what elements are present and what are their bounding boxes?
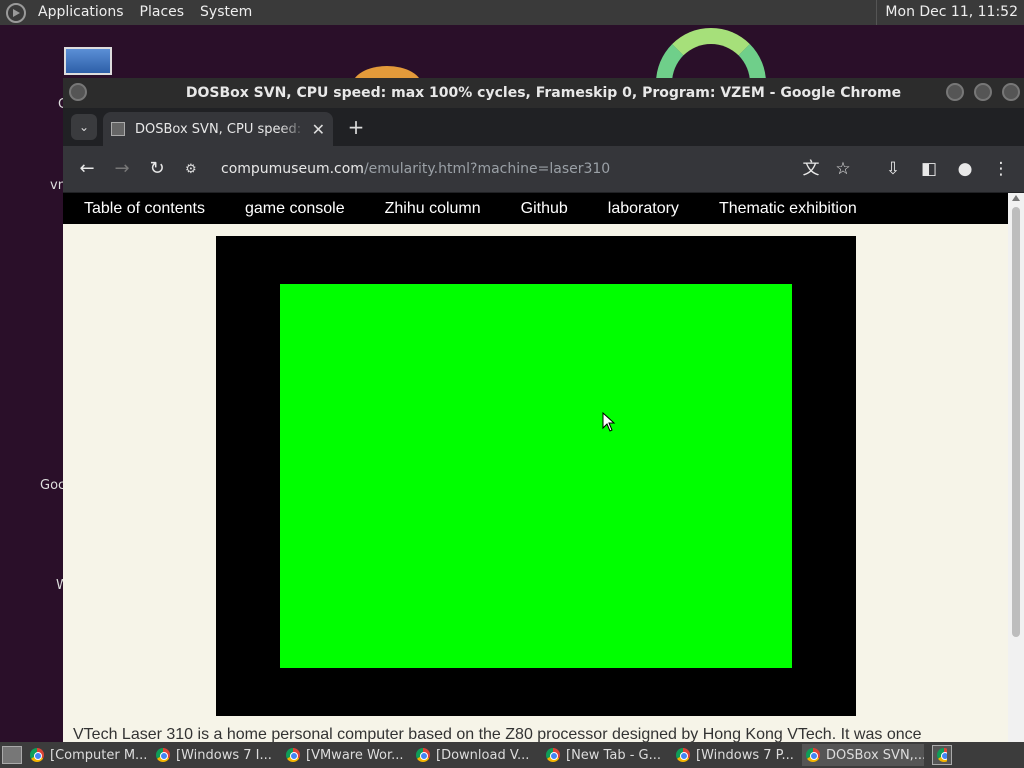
taskbar-item-label: [Download V... [436,747,530,763]
tray-chrome-icon[interactable] [932,745,952,765]
emulator-canvas[interactable] [216,236,856,716]
emulator-screen[interactable] [280,284,792,668]
nav-table-of-contents[interactable]: Table of contents [84,200,205,218]
scrollbar-thumb[interactable] [1012,207,1020,637]
nav-game-console[interactable]: game console [245,200,345,218]
new-tab-button[interactable]: + [343,114,369,140]
back-icon[interactable]: ← [73,155,101,183]
url-host: compumuseum.com [221,161,364,177]
applications-menu[interactable]: Applications [30,0,132,25]
nav-github[interactable]: Github [521,200,568,218]
page-scrollbar[interactable] [1008,193,1024,742]
nav-thematic-exhibition[interactable]: Thematic exhibition [719,200,857,218]
chrome-icon [937,748,947,762]
mouse-cursor-icon [602,412,616,432]
site-nav: Table of contents game console Zhihu col… [63,193,1008,224]
url-path: /emularity.html?machine=laser310 [363,161,611,177]
dosbox-favicon-icon [111,122,125,136]
taskbar: [Computer M... [Windows 7 I... [VMware W… [0,742,1024,768]
address-bar[interactable]: ⚙ compumuseum.com/emularity.html?machine… [185,152,685,186]
close-tab-icon[interactable]: ✕ [312,120,325,139]
chrome-icon [676,748,690,762]
taskbar-item[interactable]: [Download V... [412,744,538,766]
reload-icon[interactable]: ↻ [143,155,171,183]
download-icon[interactable]: ⇩ [879,155,907,183]
window-menu-icon[interactable] [69,83,87,101]
tab-strip: ⌄ DOSBox SVN, CPU speed: max 100% cycles… [63,108,1024,146]
desktop-label: Goc [40,478,66,493]
top-panel: Applications Places System Mon Dec 11, 1… [0,0,1024,25]
profile-icon[interactable]: ● [951,155,979,183]
forward-icon[interactable]: → [108,155,136,183]
tab-title: DOSBox SVN, CPU speed: max 100% cycles, … [135,121,306,137]
more-menu-icon[interactable]: ⋮ [987,155,1015,183]
translate-icon[interactable]: 文 [797,155,825,183]
taskbar-item-active[interactable]: DOSBox SVN,... [802,744,924,766]
window-titlebar[interactable]: DOSBox SVN, CPU speed: max 100% cycles, … [63,78,1024,108]
chrome-icon [30,748,44,762]
taskbar-item-label: [Windows 7 I... [176,747,272,763]
panel-clock[interactable]: Mon Dec 11, 11:52 [876,0,1018,25]
show-desktop-icon[interactable] [2,746,22,764]
taskbar-item[interactable]: [VMware Wor... [282,744,408,766]
system-menu[interactable]: System [192,0,260,25]
window-title: DOSBox SVN, CPU speed: max 100% cycles, … [185,85,902,101]
taskbar-item[interactable]: [New Tab - G... [542,744,668,766]
desktop-computer-icon[interactable] [64,47,112,75]
page-viewport[interactable]: Table of contents game console Zhihu col… [63,193,1008,742]
chrome-icon [806,748,820,762]
nav-laboratory[interactable]: laboratory [608,200,679,218]
panel-menu: Applications Places System [0,0,260,25]
chrome-icon [546,748,560,762]
chrome-icon [416,748,430,762]
taskbar-item-label: [New Tab - G... [566,747,661,763]
taskbar-item-label: [Computer M... [50,747,148,763]
chrome-window: DOSBox SVN, CPU speed: max 100% cycles, … [63,78,1024,742]
side-panel-icon[interactable]: ◧ [915,155,943,183]
nav-zhihu-column[interactable]: Zhihu column [385,200,481,218]
places-menu[interactable]: Places [132,0,193,25]
scroll-up-icon[interactable] [1012,195,1020,201]
machine-description: VTech Laser 310 is a home personal compu… [73,726,922,742]
bookmark-star-icon[interactable]: ☆ [829,155,857,183]
chrome-icon [286,748,300,762]
tab-search-button[interactable]: ⌄ [71,114,97,140]
chrome-icon [156,748,170,762]
maximize-icon[interactable] [974,83,992,101]
site-info-icon[interactable]: ⚙ [185,162,205,177]
minimize-icon[interactable] [946,83,964,101]
taskbar-item[interactable]: [Windows 7 I... [152,744,278,766]
taskbar-item-label: [Windows 7 P... [696,747,794,763]
distro-logo-icon[interactable] [6,2,26,23]
tab-dosbox[interactable]: DOSBox SVN, CPU speed: max 100% cycles, … [103,112,333,146]
taskbar-item[interactable]: [Windows 7 P... [672,744,798,766]
taskbar-item[interactable]: [Computer M... [26,744,148,766]
close-window-icon[interactable] [1002,83,1020,101]
browser-toolbar: ← → ↻ ⚙ compumuseum.com/emularity.html?m… [63,146,1024,192]
taskbar-item-label: [VMware Wor... [306,747,404,763]
taskbar-item-label: DOSBox SVN,... [826,747,924,763]
